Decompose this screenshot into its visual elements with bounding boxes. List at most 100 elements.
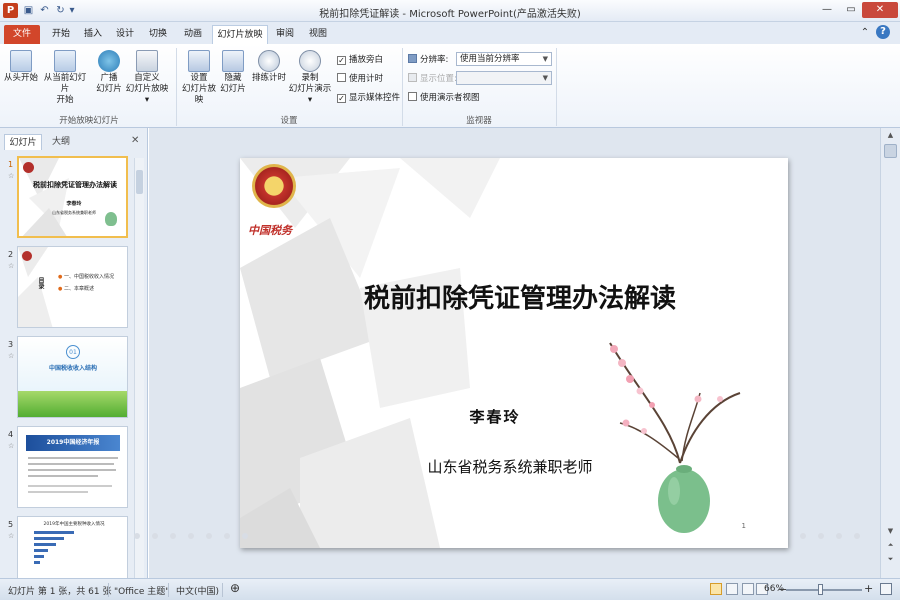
- reading-view-icon[interactable]: [742, 583, 754, 595]
- tab-transitions[interactable]: 切换: [143, 25, 173, 44]
- display-on-select[interactable]: ▼: [456, 71, 552, 85]
- seal-caption: 中国税务: [248, 224, 292, 237]
- tab-view[interactable]: 视图: [303, 25, 333, 44]
- dot: [800, 533, 806, 539]
- text-line: [28, 469, 116, 471]
- tab-animations[interactable]: 动画: [178, 25, 208, 44]
- slide-author[interactable]: 李春玲: [420, 406, 570, 427]
- rehearse-timings-button[interactable]: 排练计时: [250, 50, 288, 84]
- slide-thumbnail-2[interactable]: 目录 ● 一、中国税收收入情况 ● 二、本章概述: [17, 246, 128, 328]
- custom-slideshow-button[interactable]: 自定义 幻灯片放映 ▾: [124, 50, 170, 106]
- tab-insert[interactable]: 插入: [78, 25, 108, 44]
- thumb-header: 2019年中国主要税种收入情况: [43, 522, 105, 527]
- tab-slides[interactable]: 幻灯片: [4, 134, 42, 150]
- from-current-button[interactable]: 从当前幻灯片 开始: [40, 50, 90, 106]
- close-icon[interactable]: ✕: [131, 135, 139, 146]
- tab-file[interactable]: 文件: [4, 25, 40, 44]
- dot: [134, 533, 140, 539]
- slide-thumbnail-3[interactable]: 01 中国税收收入结构: [17, 336, 128, 418]
- scroll-up-icon[interactable]: ▲: [884, 130, 897, 141]
- help-icon[interactable]: ?: [876, 25, 890, 39]
- resolution-value: 使用当前分辨率: [460, 54, 520, 64]
- display-on-label: 显示位置:: [420, 74, 457, 84]
- dot: [188, 533, 194, 539]
- resolution-label: 分辨率:: [420, 55, 449, 65]
- tab-home[interactable]: 开始: [44, 25, 78, 44]
- record-label-2: 幻灯片演示: [288, 84, 332, 94]
- slide-title[interactable]: 税前扣除凭证管理办法解读: [330, 278, 710, 315]
- tab-design[interactable]: 设计: [110, 25, 140, 44]
- checkbox-unchecked-icon: [408, 92, 417, 101]
- resolution-select[interactable]: 使用当前分辨率 ▼: [456, 52, 552, 66]
- slide-sorter-view-icon[interactable]: [726, 583, 738, 595]
- vertical-scrollbar[interactable]: ▲ ▼ ⏶ ⏷: [880, 128, 900, 578]
- hide-slide-button[interactable]: 隐藏 幻灯片: [218, 50, 248, 95]
- show-media-controls-checkbox[interactable]: ✓ 显示媒体控件: [337, 92, 400, 104]
- broadcast-label-2: 幻灯片: [96, 84, 122, 94]
- use-timings-checkbox[interactable]: 使用计时: [337, 73, 383, 85]
- theme-status[interactable]: "Office 主题": [114, 584, 169, 597]
- language-status[interactable]: 中文(中国): [176, 584, 219, 597]
- tab-review[interactable]: 审阅: [270, 25, 300, 44]
- status-separator: [222, 583, 223, 597]
- slide-thumbnail-4[interactable]: 2019中国经济年报: [17, 426, 128, 508]
- previous-slide-icon[interactable]: ⏶: [884, 540, 897, 551]
- presenter-view-checkbox[interactable]: 使用演示者视图: [408, 92, 480, 104]
- status-separator: [168, 583, 169, 597]
- next-slide-icon[interactable]: ⏷: [884, 554, 897, 565]
- tax-seal-icon: [252, 164, 296, 208]
- from-current-label-2: 开始: [56, 95, 74, 105]
- from-current-label: 从当前幻灯片: [43, 73, 87, 94]
- slideshow-start-icon: [10, 50, 32, 72]
- tab-slideshow[interactable]: 幻灯片放映: [212, 25, 268, 44]
- tab-outline[interactable]: 大纲: [44, 134, 78, 150]
- dot: [242, 533, 248, 539]
- scroll-down-icon[interactable]: ▼: [884, 526, 897, 537]
- chevron-down-icon: ▼: [542, 55, 548, 63]
- record-slideshow-button[interactable]: 录制 幻灯片演示 ▾: [288, 50, 332, 106]
- current-slide[interactable]: 中国税务 税前扣除凭证管理办法解读 李春玲 山东省税务系统兼职老师 1: [240, 158, 788, 548]
- bar-mark: [34, 543, 56, 546]
- zoom-slider[interactable]: [786, 589, 862, 591]
- maximize-button[interactable]: ▭: [840, 2, 862, 18]
- play-narration-checkbox[interactable]: ✓ 播放旁白: [337, 54, 383, 66]
- fit-to-window-icon[interactable]: [880, 583, 892, 595]
- scrollbar-thumb[interactable]: [884, 144, 897, 158]
- monitor-group-label: 监视器: [466, 116, 492, 126]
- dot: [818, 533, 824, 539]
- window-title: 税前扣除凭证解读 - Microsoft PowerPoint(产品激活失败): [319, 9, 581, 20]
- panel-scrollbar[interactable]: [134, 158, 144, 578]
- zoom-in-button[interactable]: +: [864, 582, 873, 595]
- animation-star-icon: ☆: [8, 532, 15, 540]
- scrollbar-thumb[interactable]: [136, 170, 143, 194]
- close-button[interactable]: ✕: [862, 2, 898, 18]
- vase-icon: [105, 212, 117, 226]
- start-group-label: 开始放映幻灯片: [59, 116, 119, 126]
- group-separator: [402, 48, 403, 126]
- chevron-down-icon: ▼: [542, 74, 548, 82]
- broadcast-button[interactable]: 广播 幻灯片: [94, 50, 124, 95]
- group-separator: [176, 48, 177, 126]
- text-line: [28, 491, 88, 493]
- bar-mark: [34, 561, 40, 564]
- broadcast-label: 广播: [100, 73, 118, 83]
- thumb-item-text: 二、本章概述: [63, 286, 94, 292]
- thumb-circle: 01: [66, 345, 80, 359]
- ribbon-collapse-icon[interactable]: ⌃: [858, 25, 872, 41]
- hide-label-2: 幻灯片: [220, 84, 246, 94]
- minimize-button[interactable]: —: [816, 2, 838, 18]
- decorative-dots: [130, 531, 880, 541]
- slide-thumbnail-1[interactable]: 税前扣除凭证管理办法解读 李春玲 山东省税务系统兼职老师: [17, 156, 128, 238]
- slides-panel: 幻灯片 大纲 ✕ 1 ☆ 税前扣除凭证管理办法解读 李春玲 山东省税务系统兼职老…: [0, 128, 148, 578]
- zoom-slider-handle[interactable]: [818, 584, 823, 595]
- from-beginning-button[interactable]: 从头开始: [4, 50, 38, 84]
- status-separator: [108, 583, 109, 597]
- custom-slideshow-label: 自定义: [134, 73, 160, 83]
- presenter-view-label: 使用演示者视图: [420, 93, 480, 103]
- normal-view-icon[interactable]: [710, 583, 722, 595]
- setup-slideshow-button[interactable]: 设置 幻灯片放映: [180, 50, 218, 106]
- setup-group-label: 设置: [280, 116, 298, 126]
- animation-star-icon: ☆: [8, 172, 15, 180]
- bar-mark: [34, 549, 48, 552]
- slide-thumbnail-5[interactable]: 2019年中国主要税种收入情况: [17, 516, 128, 578]
